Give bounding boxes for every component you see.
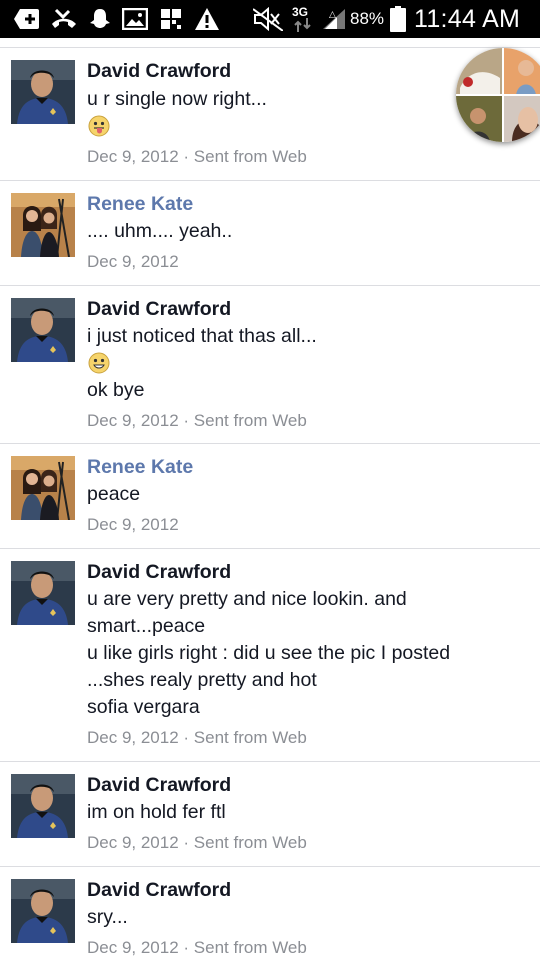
sender-name[interactable]: David Crawford (87, 561, 231, 584)
avatar[interactable] (11, 456, 75, 520)
message-text: ok bye (87, 379, 145, 401)
message-text: peace (87, 483, 141, 505)
avatar[interactable] (11, 879, 75, 943)
message-item[interactable]: David Crawford u are very pretty and nic… (0, 548, 540, 762)
chat-head-bubble[interactable] (456, 48, 540, 142)
avatar[interactable] (11, 298, 75, 362)
avatar[interactable] (11, 193, 75, 257)
avatar[interactable] (11, 60, 75, 124)
battery-icon (388, 0, 408, 38)
svg-text:△: △ (329, 10, 336, 20)
clock: 11:44 AM (414, 4, 521, 33)
message-text: sofia vergara (87, 696, 200, 718)
message-item[interactable]: Renee Kate .... uhm.... yeah.. Dec 9, 20… (0, 180, 540, 286)
smile-emoji-icon (88, 352, 110, 374)
message-meta: Dec 9, 2012 (87, 252, 179, 271)
message-text: im on hold fer ftl (87, 801, 226, 823)
message-thread[interactable]: David Crawford u r single now right... D… (0, 38, 540, 960)
message-text: u like girls right : did u see the pic I… (87, 642, 451, 664)
message-item[interactable]: David Crawford sry... Dec 9, 2012 · Sent… (0, 866, 540, 960)
message-text: .... uhm.... yeah.. (87, 220, 233, 242)
message-meta: Dec 9, 2012 · Sent from Web (87, 728, 307, 747)
network-icon (292, 14, 314, 36)
ghost-icon (87, 0, 113, 38)
missed-call-icon (50, 0, 78, 38)
avatar[interactable] (11, 774, 75, 838)
sender-name[interactable]: David Crawford (87, 60, 231, 83)
message-text: i just noticed that thas all... (87, 325, 317, 347)
message-text: u are very pretty and nice lookin. and (87, 588, 407, 610)
message-item[interactable]: David Crawford u r single now right... D… (0, 47, 540, 181)
sender-name[interactable]: David Crawford (87, 879, 231, 902)
message-text: smart...peace (87, 615, 206, 637)
message-text: ...shes realy pretty and hot (87, 669, 317, 691)
signal-icon: △ (320, 0, 348, 38)
add-icon (13, 0, 41, 38)
message-item[interactable]: Renee Kate peace Dec 9, 2012 (0, 443, 540, 549)
battery-percent: 88% (350, 9, 385, 28)
status-bar: 3G △ 88% 11:44 AM (0, 0, 540, 38)
message-text: sry... (87, 906, 128, 928)
tongue-emoji-icon (88, 115, 110, 137)
warning-icon (193, 0, 221, 38)
message-item[interactable]: David Crawford i just noticed that thas … (0, 285, 540, 444)
sender-name[interactable]: Renee Kate (87, 456, 193, 479)
message-text: u r single now right... (87, 88, 267, 110)
message-meta: Dec 9, 2012 · Sent from Web (87, 411, 307, 430)
grid-icon (158, 0, 184, 38)
avatar[interactable] (11, 561, 75, 625)
message-item[interactable]: David Crawford im on hold fer ftl Dec 9,… (0, 761, 540, 867)
sender-name[interactable]: David Crawford (87, 298, 231, 321)
message-meta: Dec 9, 2012 · Sent from Web (87, 938, 307, 957)
mute-icon (252, 0, 284, 38)
message-meta: Dec 9, 2012 · Sent from Web (87, 833, 307, 852)
sender-name[interactable]: Renee Kate (87, 193, 193, 216)
message-meta: Dec 9, 2012 · Sent from Web (87, 147, 307, 166)
gallery-icon (121, 0, 149, 38)
message-meta: Dec 9, 2012 (87, 515, 179, 534)
sender-name[interactable]: David Crawford (87, 774, 231, 797)
